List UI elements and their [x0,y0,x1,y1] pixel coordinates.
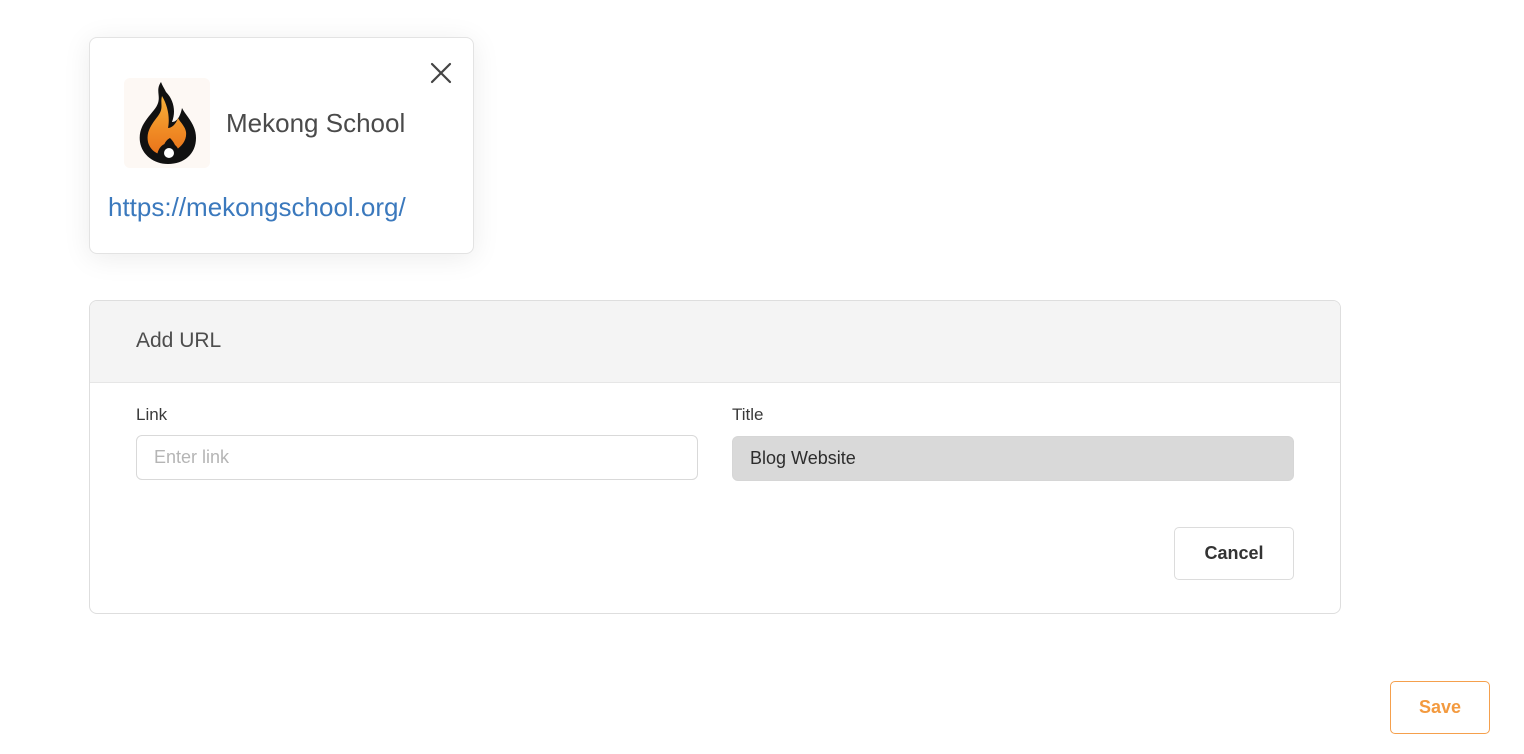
site-logo [124,78,210,168]
site-url-link[interactable]: https://mekongschool.org/ [108,192,406,223]
close-icon[interactable] [426,58,456,88]
link-input[interactable] [136,435,698,480]
site-title: Mekong School [226,108,406,138]
title-input[interactable] [732,436,1294,481]
page: Mekong School https://mekongschool.org/ … [0,0,1524,754]
save-button[interactable]: Save [1390,681,1490,734]
flame-logo-icon [139,82,196,164]
link-preview-card: Mekong School https://mekongschool.org/ [89,37,474,254]
cancel-button[interactable]: Cancel [1174,527,1294,580]
link-label: Link [136,405,168,424]
panel-title: Add URL [136,329,222,352]
add-url-panel: Add URL Link Title Cancel [89,300,1341,614]
panel-header: Add URL [90,301,1340,383]
title-label: Title [732,405,764,424]
